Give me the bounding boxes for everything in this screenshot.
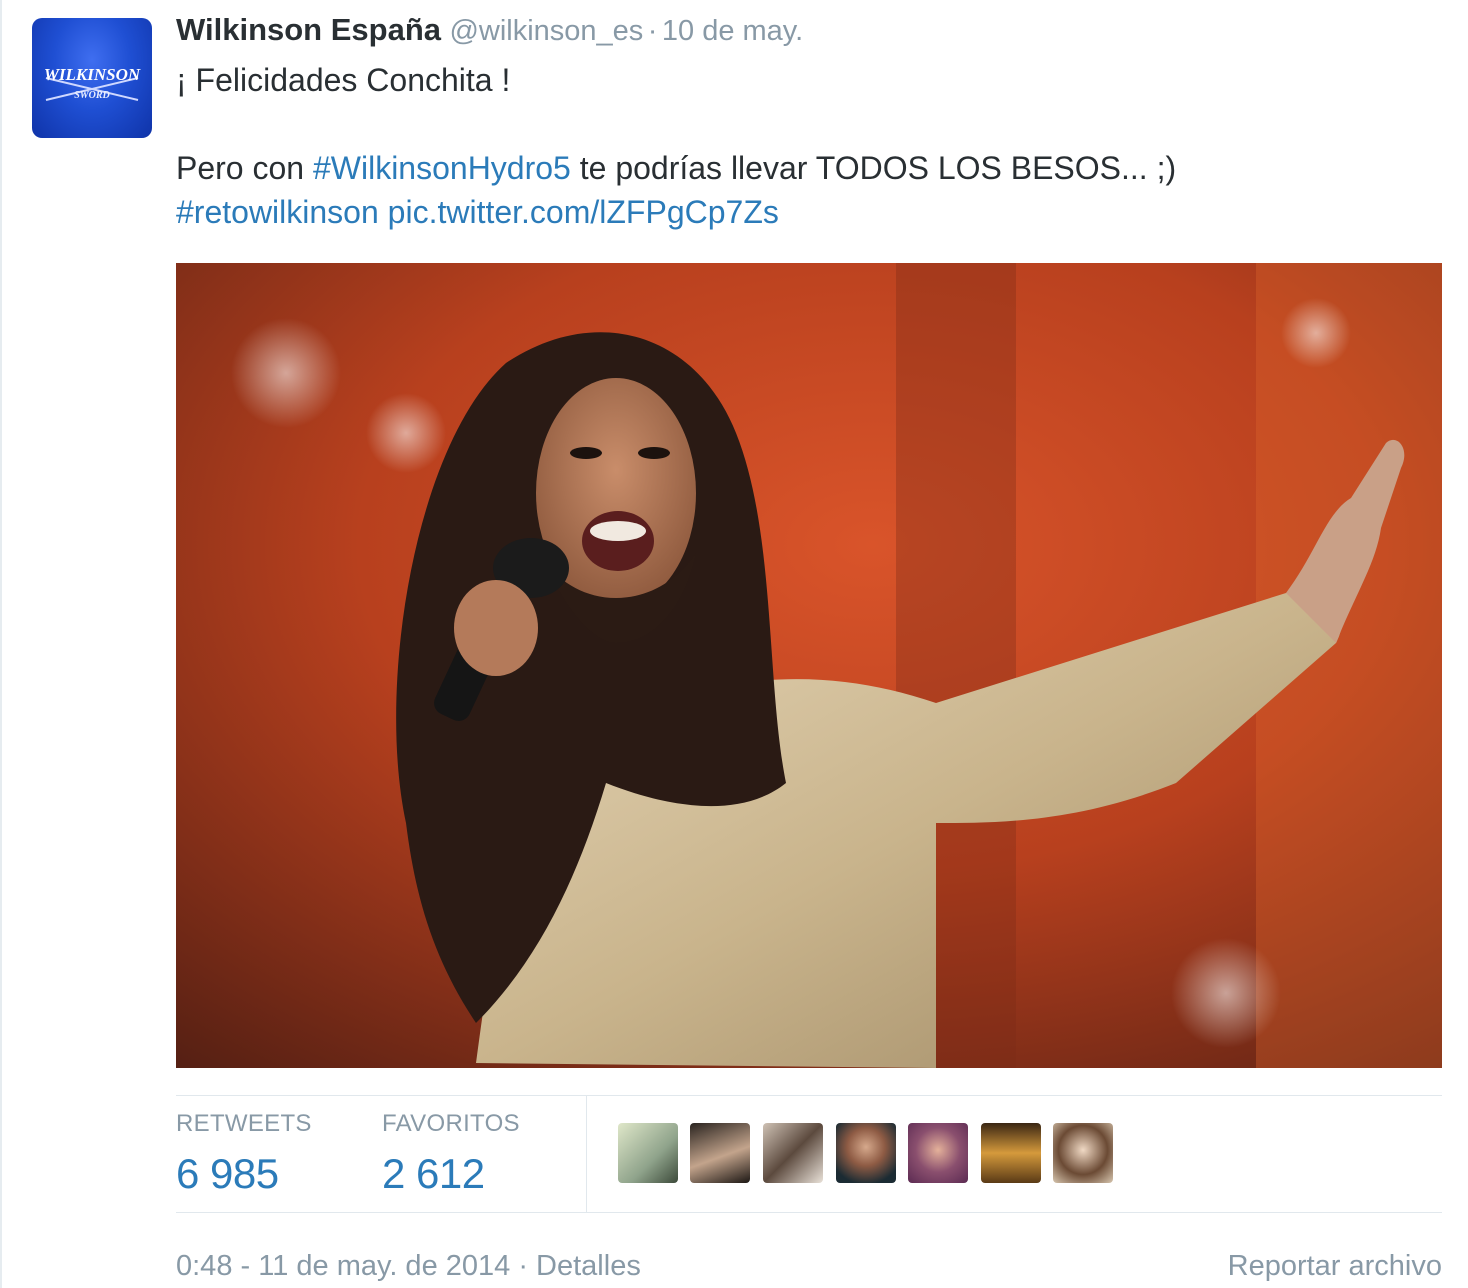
favoriter-avatar[interactable] [1053,1123,1113,1183]
retweets-label: RETWEETS [176,1110,312,1137]
footer-separator: · [510,1250,537,1282]
performer-photo [176,263,1442,1068]
header-separator: · [647,15,658,47]
avatar[interactable]: WILKINSON SWORD [32,18,152,138]
logo-text-bottom: SWORD [74,90,110,101]
hashtag-wilkinsonhydro5-link[interactable]: #WilkinsonHydro5 [313,150,571,186]
logo-text-top: WILKINSON [44,65,141,84]
tweet-footer: 0:48 - 11 de may. de 2014 · Detalles Rep… [176,1250,1442,1283]
tweet-line-3: #retowilkinson pic.twitter.com/lZFPgCp7Z… [176,190,1436,234]
favorites-count: 2 612 [382,1150,485,1197]
hashtag-retowilkinson-link[interactable]: #retowilkinson [176,194,379,230]
report-media-link[interactable]: Reportar archivo [1228,1250,1442,1283]
tweet-stats: RETWEETS 6 985 FAVORITOS 2 612 [176,1095,1442,1213]
author-name[interactable]: Wilkinson España [176,12,441,47]
tweet-header: Wilkinson España @wilkinson_es · 10 de m… [176,12,803,58]
pic-link[interactable]: pic.twitter.com/lZFPgCp7Zs [388,194,779,230]
tweet-date[interactable]: 10 de may. [662,15,803,47]
tweet-timestamp: 0:48 - 11 de may. de 2014 [176,1250,511,1282]
favorites-stat[interactable]: FAVORITOS 2 612 [382,1110,520,1198]
tweet-text: ¡ Felicidades Conchita ! Pero con #Wilki… [176,58,1436,234]
tweet-text-segment: te podrías llevar TODOS LOS BESOS... ;) [570,150,1177,186]
favoriter-avatar[interactable] [690,1123,750,1183]
retweets-count: 6 985 [176,1150,279,1197]
screen-name[interactable]: @wilkinson_es [449,15,643,47]
wilkinson-logo: WILKINSON SWORD [44,65,141,101]
tweet-line-1: ¡ Felicidades Conchita ! [176,62,511,98]
details-link[interactable]: Detalles [536,1250,641,1282]
favorites-label: FAVORITOS [382,1110,520,1137]
stats-divider [586,1096,587,1212]
retweets-stat[interactable]: RETWEETS 6 985 [176,1110,312,1198]
favoriter-avatar[interactable] [908,1123,968,1183]
tweet-line-2: Pero con #WilkinsonHydro5 te podrías lle… [176,146,1436,190]
tweet-photo[interactable] [176,263,1442,1068]
tweet-text-segment: Pero con [176,150,313,186]
favoriter-avatar[interactable] [763,1123,823,1183]
favoriter-avatar[interactable] [836,1123,896,1183]
favoriter-avatar[interactable] [981,1123,1041,1183]
left-border [0,0,2,1288]
favoriter-avatar[interactable] [618,1123,678,1183]
